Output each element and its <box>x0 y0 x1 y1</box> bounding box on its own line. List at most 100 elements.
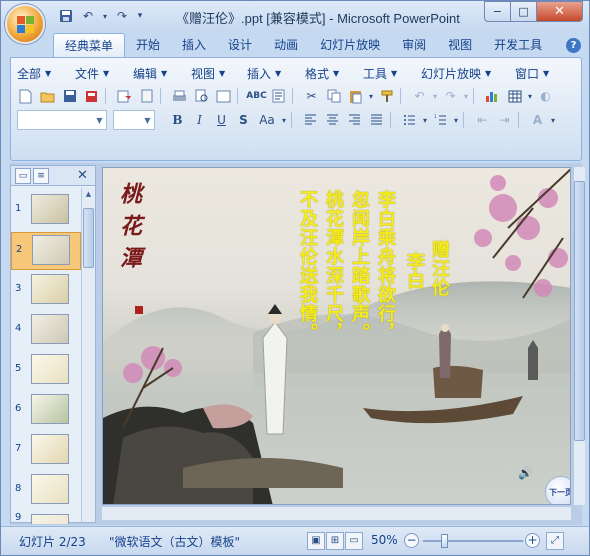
spelling-icon[interactable]: ABC <box>246 86 267 106</box>
undo-icon[interactable]: ↶ <box>79 7 97 25</box>
tab-developer[interactable]: 开发工具 <box>483 33 553 57</box>
change-case-dropdown-icon[interactable]: ▾ <box>280 110 288 130</box>
close-pane-icon[interactable]: ✕ <box>77 168 88 183</box>
zoom-in-icon[interactable]: + <box>525 533 540 548</box>
tab-review[interactable]: 审阅 <box>391 33 437 57</box>
print-icon[interactable] <box>169 86 190 106</box>
table-icon[interactable] <box>504 86 525 106</box>
menu-slideshow[interactable]: 幻灯片放映 ▼ <box>421 65 515 82</box>
tab-insert[interactable]: 插入 <box>171 33 217 57</box>
maximize-button[interactable]: □ <box>510 1 537 22</box>
scrollbar-thumb[interactable] <box>574 181 585 441</box>
slide-scrollbar[interactable] <box>573 167 585 505</box>
undo-icon[interactable]: ↶ <box>409 86 430 106</box>
more-icon[interactable]: ◐ <box>535 86 556 106</box>
slide-canvas[interactable]: 桃花潭 赠汪伦 李白 李白乘舟将欲行， 忽闻岸上踏歌声。 桃花潭水深千尺， 不及… <box>102 167 571 505</box>
slide-thumbnail[interactable]: 1 <box>11 192 81 230</box>
font-color-dropdown-icon[interactable]: ▾ <box>549 110 557 130</box>
bullets-icon[interactable] <box>399 110 420 130</box>
shadow-button[interactable]: S <box>233 110 254 130</box>
attach-icon[interactable] <box>136 86 157 106</box>
decrease-indent-icon[interactable]: ⇤ <box>472 110 493 130</box>
slide-thumbnail[interactable]: 8 <box>11 472 81 510</box>
slide-thumbnail[interactable]: 5 <box>11 352 81 390</box>
close-button[interactable]: ✕ <box>536 1 583 22</box>
font-name-combo[interactable]: ▼ <box>17 110 107 130</box>
slideshow-view-icon[interactable]: ▭ <box>345 532 363 550</box>
menu-window[interactable]: 窗口 ▼ <box>515 65 559 82</box>
redo-icon[interactable]: ↷ <box>113 7 131 25</box>
undo-dropdown-icon[interactable]: ▾ <box>101 7 109 25</box>
menu-format[interactable]: 格式 ▼ <box>305 65 363 82</box>
numbering-icon[interactable]: 1 <box>430 110 451 130</box>
paste-dropdown-icon[interactable]: ▾ <box>367 86 375 106</box>
menu-tools[interactable]: 工具 ▼ <box>363 65 421 82</box>
font-color-button[interactable]: A <box>527 110 548 130</box>
zoom-out-icon[interactable]: − <box>404 533 419 548</box>
undo-dropdown-icon[interactable]: ▾ <box>431 86 439 106</box>
align-right-icon[interactable] <box>344 110 365 130</box>
chart-icon[interactable] <box>482 86 503 106</box>
redo-dropdown-icon[interactable]: ▾ <box>462 86 470 106</box>
office-button[interactable] <box>5 4 45 44</box>
menu-file[interactable]: 文件 ▼ <box>75 65 133 82</box>
zoom-level[interactable]: 50% <box>371 533 398 547</box>
slides-tab-icon[interactable]: ▭ <box>15 168 31 184</box>
slide-thumbnail-selected[interactable]: 2 <box>11 232 81 270</box>
fit-to-window-icon[interactable]: ⤢ <box>546 532 564 550</box>
menu-view[interactable]: 视图 ▼ <box>191 65 247 82</box>
slide-thumbnail[interactable]: 6 <box>11 392 81 430</box>
copy-icon[interactable] <box>323 86 344 106</box>
permission-icon[interactable] <box>81 86 102 106</box>
zoom-slider[interactable] <box>423 540 523 542</box>
italic-button[interactable]: I <box>189 110 210 130</box>
tab-slideshow[interactable]: 幻灯片放映 <box>309 33 391 57</box>
increase-indent-icon[interactable]: ⇥ <box>494 110 515 130</box>
email-icon[interactable] <box>114 86 135 106</box>
tab-animation[interactable]: 动画 <box>263 33 309 57</box>
normal-view-icon[interactable]: ▣ <box>307 532 325 550</box>
paste-icon[interactable] <box>345 86 366 106</box>
tab-classic-menu[interactable]: 经典菜单 <box>53 33 126 57</box>
align-left-icon[interactable] <box>300 110 321 130</box>
horizontal-scrollbar[interactable] <box>102 506 571 520</box>
minimize-button[interactable]: − <box>484 1 511 22</box>
tab-design[interactable]: 设计 <box>217 33 263 57</box>
cut-icon[interactable]: ✂ <box>301 86 322 106</box>
open-icon[interactable] <box>37 86 58 106</box>
menu-edit[interactable]: 编辑 ▼ <box>133 65 191 82</box>
research-icon[interactable] <box>268 86 289 106</box>
help-icon[interactable]: ? <box>566 38 581 53</box>
speaker-icon[interactable]: 🔊 <box>518 466 533 480</box>
font-size-combo[interactable]: ▼ <box>113 110 155 130</box>
menu-insert[interactable]: 插入 ▼ <box>247 65 305 82</box>
bullets-dropdown-icon[interactable]: ▾ <box>421 110 429 130</box>
slide-sorter-icon[interactable]: ⊞ <box>326 532 344 550</box>
scroll-up-icon[interactable]: ▲ <box>83 190 94 202</box>
scrollbar-thumb[interactable] <box>83 208 94 268</box>
table-dropdown-icon[interactable]: ▾ <box>526 86 534 106</box>
save-icon[interactable] <box>59 86 80 106</box>
print-preview-icon[interactable] <box>191 86 212 106</box>
outline-tab-icon[interactable]: ≡ <box>33 168 49 184</box>
customize-icon[interactable]: ▾ <box>135 7 145 25</box>
slide-thumbnail[interactable]: 4 <box>11 312 81 350</box>
slide-thumbnail[interactable]: 7 <box>11 432 81 470</box>
underline-button[interactable]: U <box>211 110 232 130</box>
zoom-slider-knob[interactable] <box>441 534 448 548</box>
change-case-button[interactable]: Aa <box>255 110 279 130</box>
slide-thumbnail[interactable]: 9 <box>11 512 81 524</box>
tab-view[interactable]: 视图 <box>437 33 483 57</box>
redo-icon[interactable]: ↷ <box>440 86 461 106</box>
tab-home[interactable]: 开始 <box>125 33 171 57</box>
save-icon[interactable] <box>57 7 75 25</box>
slide-icon[interactable] <box>213 86 234 106</box>
numbering-dropdown-icon[interactable]: ▾ <box>452 110 460 130</box>
format-painter-icon[interactable] <box>376 86 397 106</box>
new-icon[interactable] <box>15 86 36 106</box>
next-page-button[interactable]: 下一页 <box>545 476 570 504</box>
thumbnail-scrollbar[interactable]: ▲ <box>81 188 95 522</box>
bold-button[interactable]: B <box>167 110 188 130</box>
justify-icon[interactable] <box>366 110 387 130</box>
menu-all[interactable]: 全部 ▼ <box>17 65 75 82</box>
